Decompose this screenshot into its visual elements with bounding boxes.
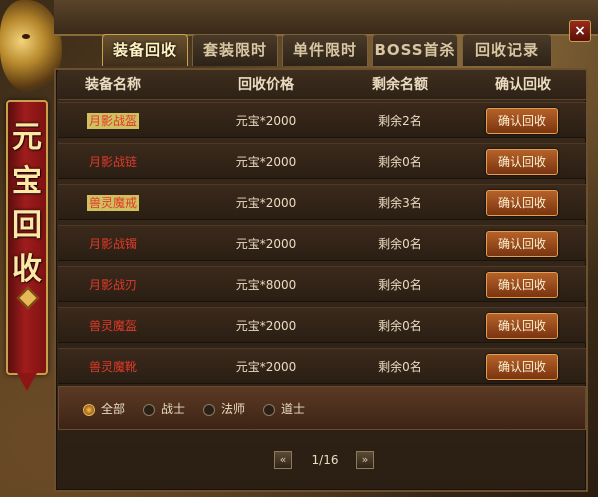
confirm-recycle-button[interactable]: 确认回收: [486, 108, 558, 134]
table-row: 月影战刃 元宝*8000 剩余0名 确认回收: [58, 266, 586, 302]
close-button[interactable]: ×: [569, 20, 591, 42]
header-price: 回收价格: [238, 77, 294, 93]
item-remaining: 剩余2名: [378, 114, 422, 128]
item-name: 兽灵魔盔: [88, 319, 137, 333]
table-row: 月影战链 元宝*2000 剩余0名 确认回收: [58, 143, 586, 179]
page-indicator: 1/16: [311, 453, 339, 467]
item-remaining: 剩余0名: [378, 237, 422, 251]
item-name: 兽灵魔靴: [88, 360, 137, 374]
radio-unselected-icon: [203, 403, 215, 416]
title-banner: 元宝回收: [6, 100, 48, 391]
confirm-recycle-button[interactable]: 确认回收: [486, 190, 558, 216]
tab-recycle-records[interactable]: 回收记录: [462, 34, 552, 66]
item-remaining: 剩余0名: [378, 155, 422, 169]
confirm-recycle-button[interactable]: 确认回收: [486, 354, 558, 380]
table-row: 兽灵魔靴 元宝*2000 剩余0名 确认回收: [58, 348, 586, 384]
item-remaining: 剩余3名: [378, 196, 422, 210]
previous-page-button[interactable]: «: [274, 451, 292, 469]
header-name: 装备名称: [85, 77, 141, 93]
filter-label: 全部: [101, 402, 126, 416]
item-name: 兽灵魔戒: [86, 195, 139, 211]
class-filter-bar: 全部 战士 法师 道士: [58, 386, 586, 430]
filter-warrior-radio[interactable]: 战士: [143, 387, 185, 431]
item-name: 月影战链: [88, 155, 137, 169]
item-name: 月影战镯: [88, 237, 137, 251]
item-name: 月影战盔: [86, 113, 139, 129]
item-price: 元宝*8000: [235, 278, 297, 292]
banner-title: 元宝回收: [12, 120, 42, 287]
filter-label: 战士: [161, 402, 186, 416]
table-header: 装备名称 回收价格 剩余名额 确认回收: [58, 70, 586, 100]
radio-selected-icon: [83, 403, 95, 416]
confirm-recycle-button[interactable]: 确认回收: [486, 272, 558, 298]
item-remaining: 剩余0名: [378, 360, 422, 374]
dragon-eye: [22, 34, 30, 39]
tab-single-limited[interactable]: 单件限时: [282, 34, 368, 66]
filter-mage-radio[interactable]: 法师: [203, 387, 245, 431]
table-row: 月影战盔 元宝*2000 剩余2名 确认回收: [58, 102, 586, 138]
item-name: 月影战刃: [88, 278, 137, 292]
next-page-button[interactable]: »: [356, 451, 374, 469]
item-price: 元宝*2000: [235, 360, 297, 374]
filter-label: 道士: [281, 402, 306, 416]
item-remaining: 剩余0名: [378, 278, 422, 292]
tab-equipment-recycle[interactable]: 装备回收: [102, 34, 188, 66]
window-top-frame: [54, 0, 598, 36]
confirm-recycle-button[interactable]: 确认回收: [486, 231, 558, 257]
item-remaining: 剩余0名: [378, 319, 422, 333]
table-row: 兽灵魔戒 元宝*2000 剩余3名 确认回收: [58, 184, 586, 220]
filter-label: 法师: [221, 402, 246, 416]
tab-set-limited[interactable]: 套装限时: [192, 34, 278, 66]
header-remaining: 剩余名额: [372, 77, 428, 93]
confirm-recycle-button[interactable]: 确认回收: [486, 149, 558, 175]
tab-boss-first-kill[interactable]: BOSS首杀: [372, 34, 458, 66]
table-row: 兽灵魔盔 元宝*2000 剩余0名 确认回收: [58, 307, 586, 343]
radio-unselected-icon: [143, 403, 155, 416]
item-price: 元宝*2000: [235, 155, 297, 169]
item-price: 元宝*2000: [235, 237, 297, 251]
item-price: 元宝*2000: [235, 114, 297, 128]
item-price: 元宝*2000: [235, 196, 297, 210]
radio-unselected-icon: [263, 403, 275, 416]
filter-all-radio[interactable]: 全部: [83, 387, 125, 431]
confirm-recycle-button[interactable]: 确认回收: [486, 313, 558, 339]
item-price: 元宝*2000: [235, 319, 297, 333]
header-action: 确认回收: [495, 77, 551, 93]
table-row: 月影战镯 元宝*2000 剩余0名 确认回收: [58, 225, 586, 261]
filter-taoist-radio[interactable]: 道士: [263, 387, 305, 431]
